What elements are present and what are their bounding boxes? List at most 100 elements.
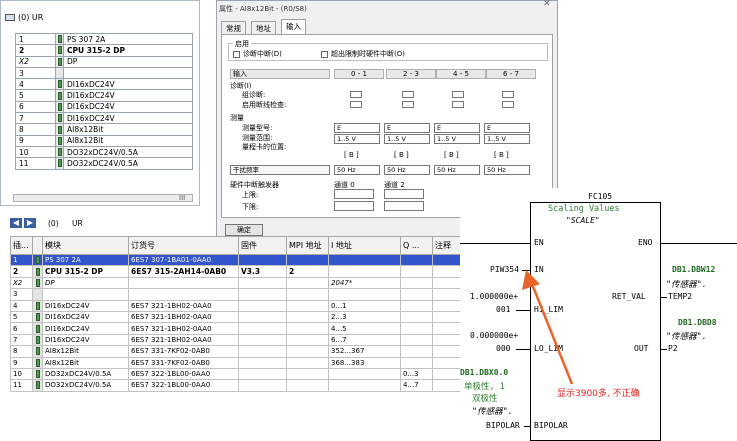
wire-check-checkbox-3[interactable] bbox=[502, 101, 514, 108]
rack-slot: 7 bbox=[15, 112, 56, 125]
cell-mpi bbox=[286, 345, 329, 358]
diag-interrupt-checkbox[interactable]: 诊断中断(D) bbox=[233, 49, 282, 59]
rack-slot: 6 bbox=[15, 100, 56, 114]
tab-inputs[interactable]: 输入 bbox=[281, 19, 306, 34]
col-mpi[interactable]: MPI 地址 bbox=[286, 236, 329, 255]
freq-field-0[interactable]: 50 Hz bbox=[334, 165, 380, 175]
wire-check-checkbox-2[interactable] bbox=[452, 101, 464, 108]
cell-mpi bbox=[286, 276, 329, 290]
module-row[interactable]: 8 AI8x12Bit 6ES7 331-7KF02-0AB0 352...367 bbox=[10, 345, 491, 358]
forward-arrow-icon[interactable]: ▶ bbox=[24, 218, 36, 228]
back-arrow-icon[interactable]: ◀ bbox=[10, 218, 22, 228]
lower-ch0-field[interactable] bbox=[334, 201, 374, 211]
meas-type-field-3[interactable]: E bbox=[484, 123, 530, 133]
col-slot[interactable]: 插... bbox=[10, 236, 33, 255]
cell-module: AI8x12Bit bbox=[42, 356, 129, 369]
module-row[interactable]: 7 DI16xDC24V 6ES7 321-1BH02-0AA0 6...7 bbox=[10, 333, 491, 347]
rack-row[interactable]: 3 bbox=[15, 66, 193, 80]
channel-header-0: 0 - 1 bbox=[334, 69, 384, 79]
cell-firmware bbox=[238, 253, 287, 267]
module-row[interactable]: 10 DO32xDC24V/0.5A 6ES7 322-1BL00-0AA0 0...… bbox=[10, 367, 491, 381]
freq-field-2[interactable]: 50 Hz bbox=[434, 165, 480, 175]
cell-order-number bbox=[128, 288, 239, 301]
group-diag-checkbox-3[interactable] bbox=[502, 91, 514, 98]
rack-row[interactable]: 4 DI16xDC24V bbox=[15, 78, 193, 91]
module-row[interactable]: X2 DP 2047* bbox=[10, 276, 491, 290]
cell-slot: 10 bbox=[10, 367, 33, 381]
cell-module: DI16xDC24V bbox=[42, 322, 129, 335]
module-row[interactable]: 2 CPU 315-2 DP 6ES7 315-2AH14-0AB0 V3.3 2 bbox=[10, 265, 491, 278]
ok-button[interactable]: 确定 bbox=[225, 224, 263, 236]
rack-module-name: DP bbox=[63, 55, 193, 68]
upper-ch0-field[interactable] bbox=[334, 189, 374, 199]
rack-scrollbar[interactable] bbox=[13, 194, 193, 202]
range-pos-1: [ B ] bbox=[394, 151, 409, 159]
rack-row[interactable]: 11 DO32xDC24V/0.5A bbox=[15, 157, 193, 170]
rack-slot: 1 bbox=[15, 32, 56, 46]
cell-firmware bbox=[238, 345, 287, 358]
station-label: (0) bbox=[48, 219, 59, 228]
meas-range-field-0[interactable]: 1..5 V bbox=[334, 134, 380, 144]
module-row[interactable]: 1 PS 307 2A 6ES7 307-1BA01-0AA0 bbox=[10, 253, 491, 267]
meas-range-field-2[interactable]: 1..5 V bbox=[434, 134, 480, 144]
group-diag-checkbox-2[interactable] bbox=[452, 91, 464, 98]
meas-range-field-1[interactable]: 1..5 V bbox=[384, 134, 430, 144]
meas-type-field-1[interactable]: E bbox=[384, 123, 430, 133]
upper-ch2-field[interactable] bbox=[384, 189, 424, 199]
module-icon bbox=[55, 44, 64, 57]
col-i-address[interactable]: I 地址 bbox=[328, 236, 401, 255]
cell-slot: 7 bbox=[10, 333, 33, 347]
module-icon bbox=[32, 379, 43, 392]
col-q-address[interactable]: Q ... bbox=[400, 236, 433, 255]
module-icon bbox=[32, 367, 43, 381]
meas-type-field-2[interactable]: E bbox=[434, 123, 480, 133]
wire-check-checkbox-1[interactable] bbox=[402, 101, 414, 108]
group-diag-checkbox-1[interactable] bbox=[402, 91, 414, 98]
module-row[interactable]: 11 DO32xDC24V/0.5A 6ES7 322-1BL00-0AA0 4...… bbox=[10, 379, 491, 392]
module-row[interactable]: 4 DI16xDC24V 6ES7 321-1BH02-0AA0 0...1 bbox=[10, 299, 491, 312]
cell-order-number: 6ES7 322-1BL00-0AA0 bbox=[128, 379, 239, 392]
module-icon bbox=[32, 299, 43, 312]
cell-module: PS 307 2A bbox=[42, 253, 129, 267]
cell-slot: 8 bbox=[10, 345, 33, 358]
module-icon bbox=[32, 276, 43, 290]
cell-slot: 9 bbox=[10, 356, 33, 369]
freq-field-3[interactable]: 50 Hz bbox=[484, 165, 530, 175]
rack-row[interactable]: 8 AI8x12Bit bbox=[15, 123, 193, 136]
group-diag-checkbox-0[interactable] bbox=[350, 91, 362, 98]
col-module[interactable]: 模块 bbox=[42, 236, 129, 255]
rack-row[interactable]: 6 DI16xDC24V bbox=[15, 100, 193, 114]
tab-address[interactable]: 地址 bbox=[251, 21, 276, 34]
cell-module: DI16xDC24V bbox=[42, 310, 129, 324]
wire-check-checkbox-0[interactable] bbox=[350, 101, 362, 108]
meas-type-field-0[interactable]: E bbox=[334, 123, 380, 133]
cell-q-address: 0...3 bbox=[400, 367, 433, 381]
meas-range-field-3[interactable]: 1..5 V bbox=[484, 134, 530, 144]
cell-mpi bbox=[286, 253, 329, 267]
col-firmware[interactable]: 固件 bbox=[238, 236, 287, 255]
module-row[interactable]: 5 DI16xDC24V 6ES7 321-1BH02-0AA0 2...3 bbox=[10, 310, 491, 324]
rack-row[interactable]: 9 AI8x12Bit bbox=[15, 134, 193, 147]
close-icon[interactable]: ✕ bbox=[543, 0, 551, 9]
rack-row[interactable]: 2 CPU 315-2 DP bbox=[15, 44, 193, 57]
module-row[interactable]: 6 DI16xDC24V 6ES7 321-1BH02-0AA0 4...5 bbox=[10, 322, 491, 335]
channel-header-2: 4 - 5 bbox=[436, 69, 486, 79]
tab-general[interactable]: 常规 bbox=[221, 21, 246, 34]
cell-i-address: 6...7 bbox=[328, 333, 401, 347]
freq-field-1[interactable]: 50 Hz bbox=[384, 165, 430, 175]
rack-row[interactable]: 7 DI16xDC24V bbox=[15, 112, 193, 125]
col-icon[interactable] bbox=[32, 236, 43, 255]
rack-row[interactable]: 5 DI16xDC24V bbox=[15, 89, 193, 102]
cell-q-address: 4...7 bbox=[400, 379, 433, 392]
lower-ch2-field[interactable] bbox=[384, 201, 424, 211]
rack-row[interactable]: 1 PS 307 2A bbox=[15, 32, 193, 46]
rack-row[interactable]: X2 DP bbox=[15, 55, 193, 68]
limit-interrupt-checkbox[interactable]: 超出限制时硬件中断(O) bbox=[321, 49, 405, 59]
module-row[interactable]: 9 AI8x12Bit 6ES7 331-7KF02-0AB0 368...383 bbox=[10, 356, 491, 369]
col-order-number[interactable]: 订货号 bbox=[128, 236, 239, 255]
module-row[interactable]: 3 bbox=[10, 288, 491, 301]
rack-icon bbox=[5, 14, 15, 21]
rack-row[interactable]: 10 DO32xDC24V/0.5A bbox=[15, 145, 193, 159]
fc105-block-view: FC105 Scaling Values "SCALE" EN ENO PIW3… bbox=[460, 188, 737, 441]
cell-mpi bbox=[286, 310, 329, 324]
